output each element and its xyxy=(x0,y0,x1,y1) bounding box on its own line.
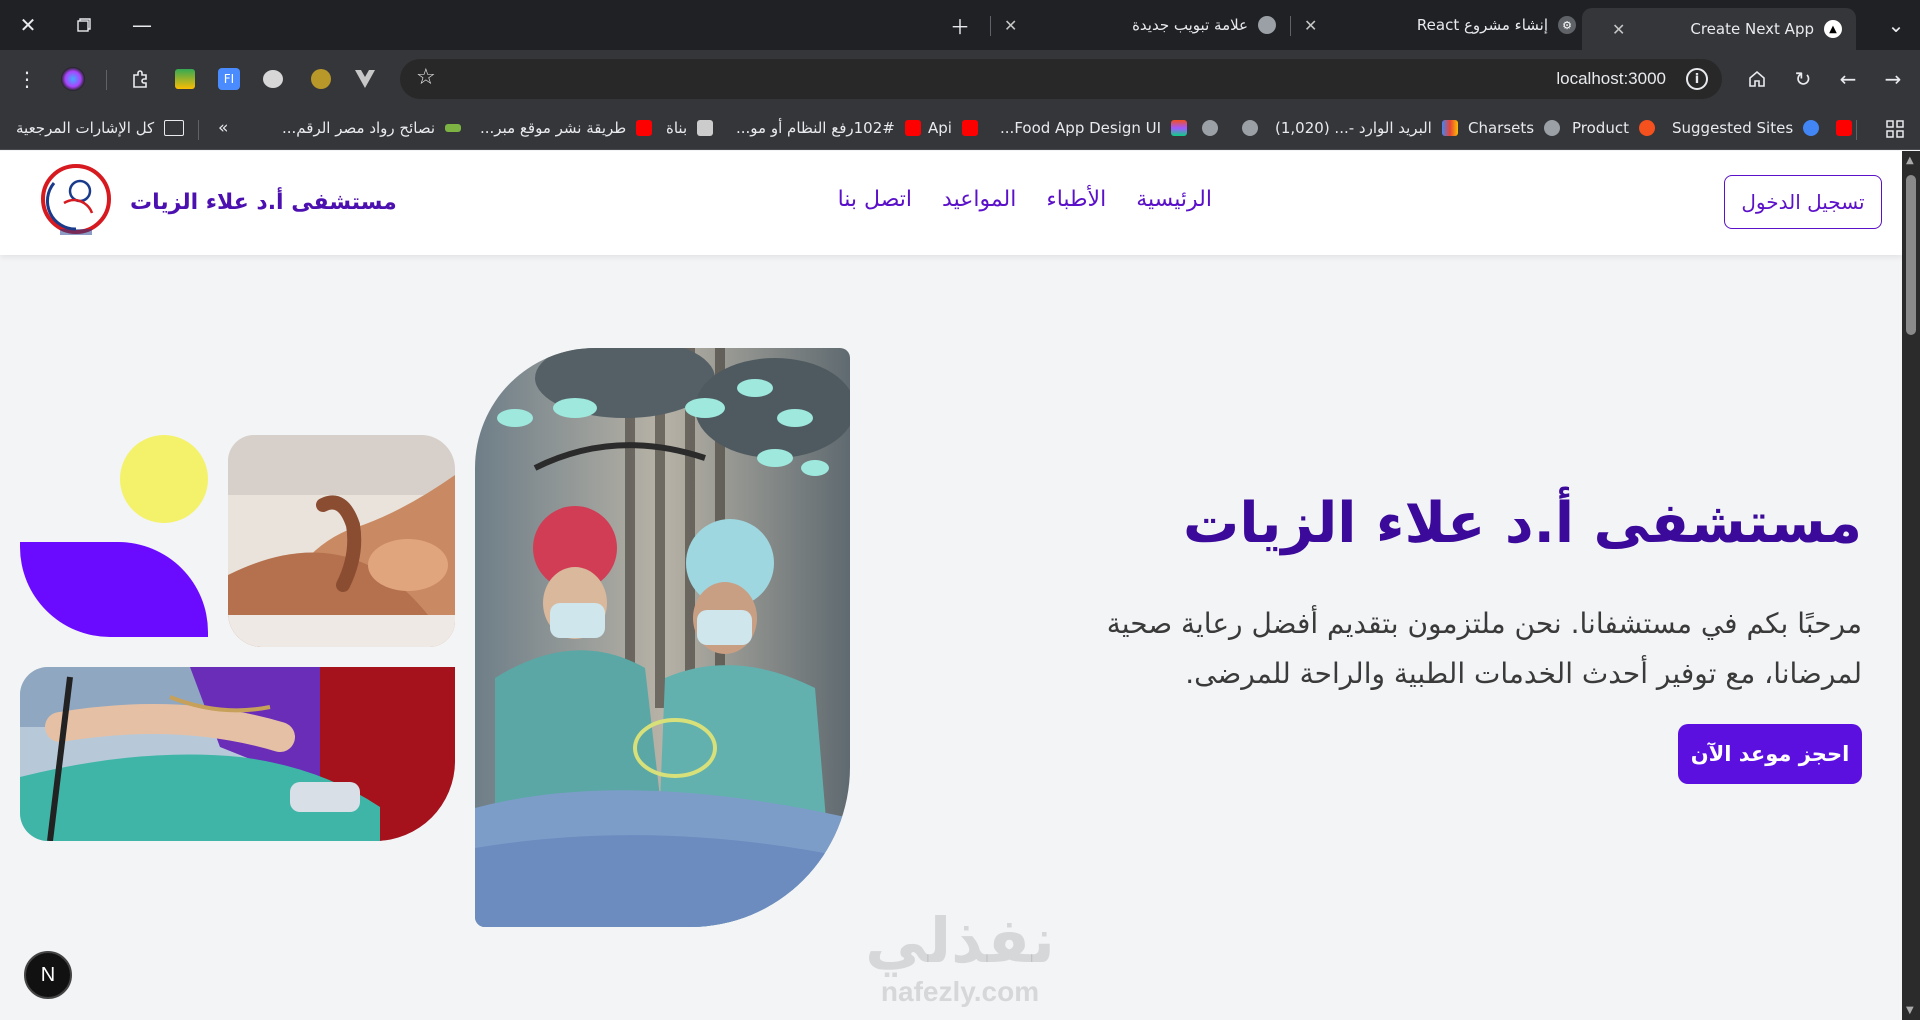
chart-icon xyxy=(445,124,462,132)
tab-react-project[interactable]: ⚙ إنشاء مشروع React ✕ xyxy=(1290,8,1590,42)
youtube-icon xyxy=(1836,120,1852,136)
extension-circle-icon[interactable] xyxy=(306,64,336,94)
site-header: تسجيل الدخول الرئيسية الأطباء المواعيد ا… xyxy=(0,151,1902,255)
bookmark-gmail[interactable]: البريد الوارد -... (1,020) xyxy=(1275,116,1458,140)
minimize-window-icon[interactable]: — xyxy=(122,8,162,42)
extension-fi-icon[interactable]: FI xyxy=(214,64,244,94)
hero-title: مستشفى أ.د علاء الزيات xyxy=(1183,491,1862,556)
tab-close-icon[interactable]: ✕ xyxy=(1612,20,1625,39)
hero-description: مرحبًا بكم في مستشفانا. نحن ملتزمون بتقد… xyxy=(1106,607,1862,690)
tab-create-next-app[interactable]: ▲ Create Next App ✕ xyxy=(1582,8,1856,50)
new-tab-icon[interactable]: ＋ xyxy=(940,8,980,42)
tab-title: علامة تبويب جديدة xyxy=(1132,16,1248,34)
brand[interactable]: مستشفى أ.د علاء الزيات xyxy=(40,163,397,241)
bookmark-charsets[interactable]: Charsets xyxy=(1468,116,1561,140)
tab-close-icon[interactable]: ✕ xyxy=(1004,16,1017,35)
surgery-image xyxy=(475,348,850,927)
folder-icon xyxy=(164,120,185,136)
product-icon xyxy=(1638,120,1655,136)
bookmark-product[interactable]: Product xyxy=(1572,116,1655,140)
url-text: localhost:3000 xyxy=(1556,69,1666,88)
page-scrollbar[interactable]: ▲ ▼ xyxy=(1902,151,1920,1020)
bookmark-digital-tips[interactable]: نصائح رواد مصر الرقم... xyxy=(282,116,462,140)
watermark: نفذلي nafezly.com xyxy=(850,906,1070,1008)
bookmarks-bar: Suggested Sites Product Charsets البريد … xyxy=(0,108,1920,150)
watermark-latin: nafezly.com xyxy=(880,976,1040,1007)
globe-icon xyxy=(1242,120,1258,136)
extension-cloud-icon[interactable] xyxy=(258,64,288,94)
login-button[interactable]: تسجيل الدخول xyxy=(1724,175,1882,229)
tab-search-chevron-icon[interactable]: ⌄ xyxy=(1876,8,1916,42)
openai-icon: ⚙ xyxy=(1558,16,1576,34)
scroll-up-icon[interactable]: ▲ xyxy=(1906,155,1914,166)
bookmark-all-bookmarks[interactable]: كل الإشارات المرجعية xyxy=(16,116,185,140)
bookmark-bonah[interactable]: بناة xyxy=(666,116,714,140)
nextjs-icon: ▲ xyxy=(1824,20,1842,38)
bookmark-globe-1[interactable] xyxy=(1232,116,1258,140)
scroll-thumb[interactable] xyxy=(1906,175,1916,335)
figma-icon xyxy=(1171,120,1188,136)
bookmark-publish-site[interactable]: طريقة نشر موقع مبر... xyxy=(480,116,653,140)
hands-image xyxy=(228,435,455,647)
bookmark-youtube[interactable] xyxy=(1826,116,1852,140)
bookmark-food-app[interactable]: Food App Design UI... xyxy=(1000,116,1188,140)
site-info-icon[interactable]: i xyxy=(1686,68,1708,90)
watermark-arabic: نفذلي xyxy=(865,904,1055,977)
tab-close-icon[interactable]: ✕ xyxy=(1304,16,1317,35)
apps-grid-icon[interactable] xyxy=(1880,114,1910,144)
tab-new-tab[interactable]: علامة تبويب جديدة ✕ xyxy=(990,8,1290,42)
address-bar[interactable]: ☆ localhost:3000 i xyxy=(400,59,1722,99)
chrome-icon xyxy=(1258,16,1276,34)
hospital-logo xyxy=(41,164,111,235)
extension-vue-icon[interactable] xyxy=(350,64,380,94)
brand-name: مستشفى أ.د علاء الزيات xyxy=(130,189,397,215)
bookmarks-overflow-chevron-icon[interactable]: » xyxy=(218,116,228,140)
tab-title: Create Next App xyxy=(1690,20,1814,38)
youtube-icon xyxy=(961,120,978,136)
menu-kebab-icon[interactable]: ⋮ xyxy=(12,64,42,94)
page-viewport: تسجيل الدخول الرئيسية الأطباء المواعيد ا… xyxy=(0,151,1902,1020)
nav-doctors[interactable]: الأطباء xyxy=(1046,187,1106,212)
purple-leaf-decoration xyxy=(20,542,208,637)
nextjs-dev-badge[interactable]: N xyxy=(24,951,72,999)
bookmark-star-icon[interactable]: ☆ xyxy=(416,65,436,90)
bookmark-globe-2[interactable] xyxy=(1192,116,1218,140)
yellow-circle-decoration xyxy=(120,435,208,523)
bookmark-suggested-sites[interactable]: Suggested Sites xyxy=(1672,116,1820,140)
bookmark-system-upload[interactable]: 102#رفع النظام أو مو... xyxy=(736,116,921,140)
globe-icon xyxy=(1544,120,1561,136)
extension-meet-icon[interactable] xyxy=(170,64,200,94)
youtube-icon xyxy=(904,120,921,136)
bookmark-api[interactable]: Api xyxy=(928,116,978,140)
gmail-icon xyxy=(1441,120,1458,136)
forward-arrow-icon[interactable]: → xyxy=(1878,64,1908,94)
tab-title: إنشاء مشروع React xyxy=(1416,16,1548,34)
nav-appointments[interactable]: المواعيد xyxy=(942,187,1016,212)
restore-window-icon[interactable] xyxy=(64,8,104,42)
iv-patient-image xyxy=(20,667,455,841)
reload-icon[interactable]: ↻ xyxy=(1788,64,1818,94)
back-arrow-icon[interactable]: ← xyxy=(1833,64,1863,94)
globe-icon xyxy=(1202,120,1218,136)
site-logo-icon xyxy=(697,120,714,136)
youtube-icon xyxy=(636,120,653,136)
browser-tab-bar: ✕ — ＋ علامة تبويب جديدة ✕ ⚙ إنشاء مشروع … xyxy=(0,0,1920,50)
browser-toolbar: ⋮ FI ☆ localhost:3000 i ↻ ← → xyxy=(0,50,1920,108)
main-nav: الرئيسية الأطباء المواعيد اتصل بنا xyxy=(838,187,1212,212)
search-icon xyxy=(1803,120,1820,136)
home-icon[interactable] xyxy=(1742,64,1772,94)
profile-avatar[interactable] xyxy=(58,64,88,94)
extensions-puzzle-icon[interactable] xyxy=(126,64,156,94)
nav-home[interactable]: الرئيسية xyxy=(1136,187,1212,212)
scroll-down-icon[interactable]: ▼ xyxy=(1906,1005,1914,1016)
nav-contact[interactable]: اتصل بنا xyxy=(838,187,912,212)
close-window-icon[interactable]: ✕ xyxy=(8,8,48,42)
book-appointment-button[interactable]: احجز موعد الآن xyxy=(1678,724,1862,784)
